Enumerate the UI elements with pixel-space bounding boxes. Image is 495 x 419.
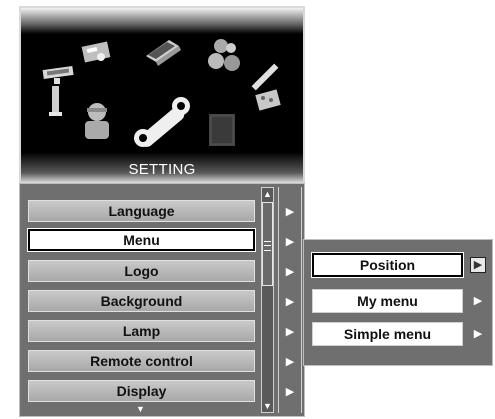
logo-arrow-icon[interactable]: ▶ (279, 261, 301, 283)
submenu-item-my-menu[interactable]: My menu (312, 289, 463, 313)
menu-submenu-panel: Position ▶ My menu ▶ Simple menu ▶ (303, 239, 493, 366)
remote-control-arrow-icon[interactable]: ▶ (279, 351, 301, 373)
my-menu-arrow-icon[interactable]: ▶ (470, 293, 486, 309)
setting-menu-panel: Language Menu Logo Background Lamp Remot… (19, 183, 305, 417)
menu-item-lamp[interactable]: Lamp (28, 320, 255, 342)
menu-item-logo[interactable]: Logo (28, 260, 255, 282)
projector-icon (81, 41, 111, 63)
background-arrow-icon[interactable]: ▶ (279, 291, 301, 313)
scroll-up-icon[interactable]: ▲ (262, 188, 273, 200)
menu-item-menu[interactable]: Menu (27, 228, 256, 252)
laptop-icon (146, 40, 181, 66)
tools-icon (251, 63, 281, 111)
submenu-item-position[interactable]: Position (311, 252, 464, 278)
lamp-arrow-icon[interactable]: ▶ (279, 321, 301, 343)
menu-item-background[interactable]: Background (28, 290, 255, 312)
balls-icon (208, 39, 240, 71)
position-arrow-icon[interactable]: ▶ (470, 257, 486, 273)
more-items-down-icon: ▼ (136, 404, 145, 414)
scroll-grip-icon (264, 241, 271, 251)
scroll-down-icon[interactable]: ▼ (262, 400, 273, 412)
document-icon (209, 114, 235, 146)
person-icon (85, 103, 109, 139)
simple-menu-arrow-icon[interactable]: ▶ (470, 326, 486, 342)
lamp-icon (49, 78, 62, 116)
menu-item-remote-control[interactable]: Remote control (28, 350, 255, 372)
menu-arrow-icon[interactable]: ▶ (279, 231, 301, 253)
setting-illustration (42, 39, 281, 147)
remote-control-icon (42, 65, 74, 80)
menu-scrollbar[interactable]: ▲ ▼ (261, 187, 274, 413)
scroll-thumb[interactable] (262, 202, 273, 286)
page-title: SETTING (128, 161, 196, 178)
submenu-arrow-column: ▶ ▶ ▶ ▶ ▶ ▶ ▶ (278, 187, 302, 413)
wrench-icon (134, 97, 190, 147)
language-arrow-icon[interactable]: ▶ (279, 201, 301, 223)
menu-item-display[interactable]: Display (28, 380, 255, 402)
menu-item-language[interactable]: Language (28, 200, 255, 222)
setting-banner: SETTING (19, 6, 305, 184)
submenu-item-simple-menu[interactable]: Simple menu (312, 322, 463, 346)
display-arrow-icon[interactable]: ▶ (279, 381, 301, 403)
